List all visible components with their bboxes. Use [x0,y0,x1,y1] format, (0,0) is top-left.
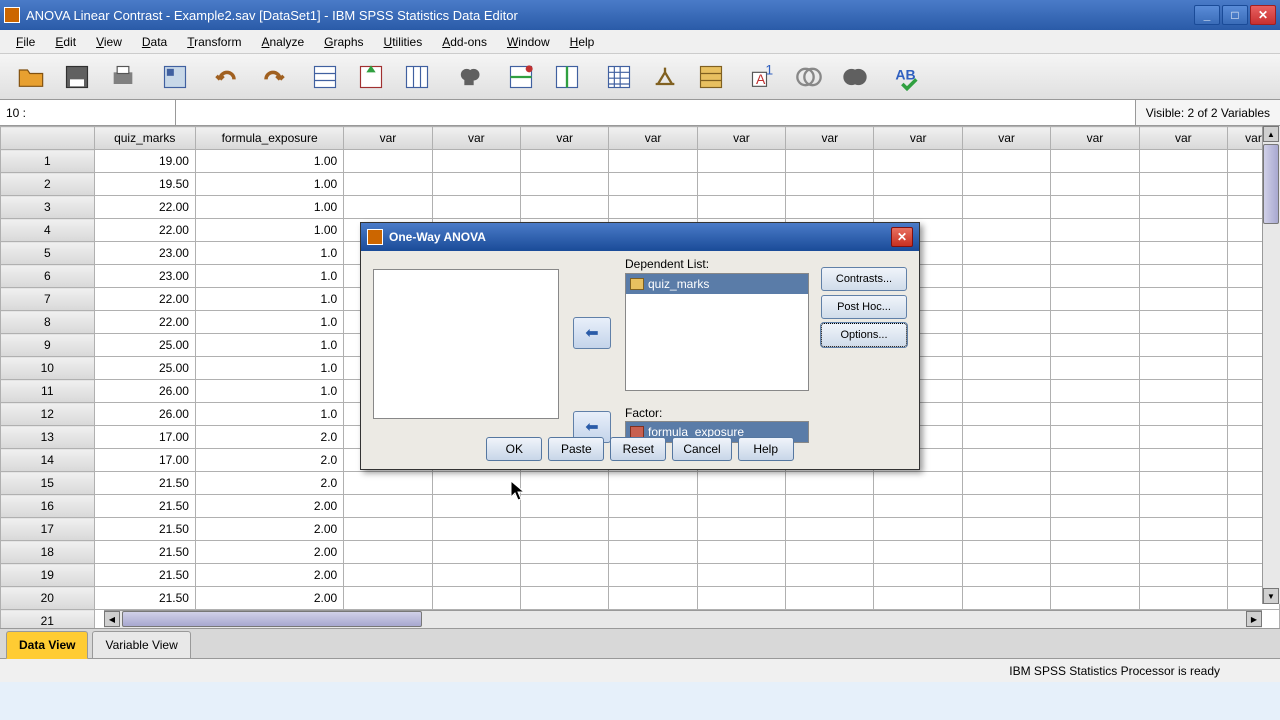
col-var-10[interactable]: var [1051,127,1139,150]
table-row[interactable]: 1821.502.00 [1,541,1280,564]
factor-label: Factor: [625,406,662,420]
spellcheck-icon[interactable]: AB [885,58,929,96]
value-labels-icon[interactable]: A1 [741,58,785,96]
maximize-button[interactable]: □ [1222,5,1248,25]
status-message: IBM SPSS Statistics Processor is ready [949,664,1280,678]
dialog-titlebar[interactable]: One-Way ANOVA ✕ [361,223,919,251]
cell-ref[interactable]: 10 : [0,100,176,125]
table-row[interactable]: 1921.502.00 [1,564,1280,587]
print-icon[interactable] [101,58,145,96]
menu-file[interactable]: File [6,31,45,53]
weight-icon[interactable] [643,58,687,96]
save-icon[interactable] [55,58,99,96]
options-button[interactable]: Options... [821,323,907,347]
col-var-3[interactable]: var [432,127,520,150]
show-all-icon[interactable] [833,58,877,96]
table-row[interactable]: 1521.502.0 [1,472,1280,495]
ok-button[interactable]: OK [486,437,542,461]
table-row[interactable]: 322.001.00 [1,196,1280,219]
col-var-2[interactable]: var [344,127,432,150]
svg-text:AB: AB [895,66,915,82]
menu-add-ons[interactable]: Add-ons [432,31,497,53]
scroll-up-icon[interactable]: ▲ [1263,126,1279,142]
dependent-item[interactable]: quiz_marks [626,274,808,294]
menu-help[interactable]: Help [560,31,605,53]
col-formula_exposure-1[interactable]: formula_exposure [195,127,343,150]
paste-button[interactable]: Paste [548,437,604,461]
menu-view[interactable]: View [86,31,132,53]
redo-icon[interactable] [251,58,295,96]
dialog-title: One-Way ANOVA [389,230,486,244]
move-dependent-button[interactable]: ⬅ [573,317,611,349]
help-button[interactable]: Help [738,437,794,461]
menu-utilities[interactable]: Utilities [374,31,433,53]
minimize-button[interactable]: _ [1194,5,1220,25]
col-var-7[interactable]: var [786,127,874,150]
dialog-close-button[interactable]: ✕ [891,227,913,247]
scroll-down-icon[interactable]: ▼ [1263,588,1279,604]
scroll-thumb-h[interactable] [122,611,422,627]
toolbar: A1 AB [0,54,1280,100]
tab-variable-view[interactable]: Variable View [92,631,190,659]
col-var-11[interactable]: var [1139,127,1227,150]
dependent-list[interactable]: quiz_marks [625,273,809,391]
goto-var-icon[interactable] [349,58,393,96]
goto-case-icon[interactable] [303,58,347,96]
horizontal-scrollbar[interactable]: ◀ ▶ [104,610,1262,628]
table-row[interactable]: 119.001.00 [1,150,1280,173]
menu-data[interactable]: Data [132,31,177,53]
contrasts-button[interactable]: Contrasts... [821,267,907,291]
column-headers: quiz_marksformula_exposurevarvarvarvarva… [1,127,1280,150]
undo-icon[interactable] [205,58,249,96]
anova-dialog: One-Way ANOVA ✕ Dependent List: quiz_mar… [360,222,920,470]
col-var-6[interactable]: var [697,127,785,150]
recall-dialog-icon[interactable] [153,58,197,96]
cell-reference-bar: 10 : Visible: 2 of 2 Variables [0,100,1280,126]
title-bar: ANOVA Linear Contrast - Example2.sav [Da… [0,0,1280,30]
find-icon[interactable] [447,58,491,96]
window-title: ANOVA Linear Contrast - Example2.sav [Da… [26,8,1192,23]
posthoc-button[interactable]: Post Hoc... [821,295,907,319]
select-cases-icon[interactable] [689,58,733,96]
menu-window[interactable]: Window [497,31,560,53]
menu-graphs[interactable]: Graphs [314,31,373,53]
split-file-icon[interactable] [597,58,641,96]
col-var-4[interactable]: var [520,127,608,150]
table-row[interactable]: 2021.502.00 [1,587,1280,610]
scale-icon [630,278,644,290]
source-variable-list[interactable] [373,269,559,419]
visible-vars: Visible: 2 of 2 Variables [1135,100,1280,125]
insert-var-icon[interactable] [545,58,589,96]
scroll-thumb-v[interactable] [1263,144,1279,224]
app-icon [4,7,20,23]
svg-text:1: 1 [765,63,773,78]
menu-edit[interactable]: Edit [45,31,86,53]
table-row[interactable]: 219.501.00 [1,173,1280,196]
scroll-left-icon[interactable]: ◀ [104,611,120,627]
col-var-9[interactable]: var [962,127,1050,150]
dialog-icon [367,229,383,245]
col-var-8[interactable]: var [874,127,962,150]
insert-case-icon[interactable] [499,58,543,96]
cancel-button[interactable]: Cancel [672,437,731,461]
menu-analyze[interactable]: Analyze [251,31,314,53]
view-tabs: Data View Variable View [0,628,1280,658]
open-icon[interactable] [9,58,53,96]
col-var-5[interactable]: var [609,127,697,150]
menu-bar: FileEditViewDataTransformAnalyzeGraphsUt… [0,30,1280,54]
dependent-list-label: Dependent List: [625,257,709,271]
variables-icon[interactable] [395,58,439,96]
status-bar: IBM SPSS Statistics Processor is ready [0,658,1280,682]
reset-button[interactable]: Reset [610,437,666,461]
vertical-scrollbar[interactable]: ▲ ▼ [1262,126,1280,604]
tab-data-view[interactable]: Data View [6,631,88,659]
dependent-item-label: quiz_marks [648,277,709,291]
close-button[interactable]: ✕ [1250,5,1276,25]
col-quiz_marks-0[interactable]: quiz_marks [94,127,195,150]
use-sets-icon[interactable] [787,58,831,96]
table-row[interactable]: 1721.502.00 [1,518,1280,541]
table-row[interactable]: 1621.502.00 [1,495,1280,518]
menu-transform[interactable]: Transform [177,31,251,53]
scroll-right-icon[interactable]: ▶ [1246,611,1262,627]
